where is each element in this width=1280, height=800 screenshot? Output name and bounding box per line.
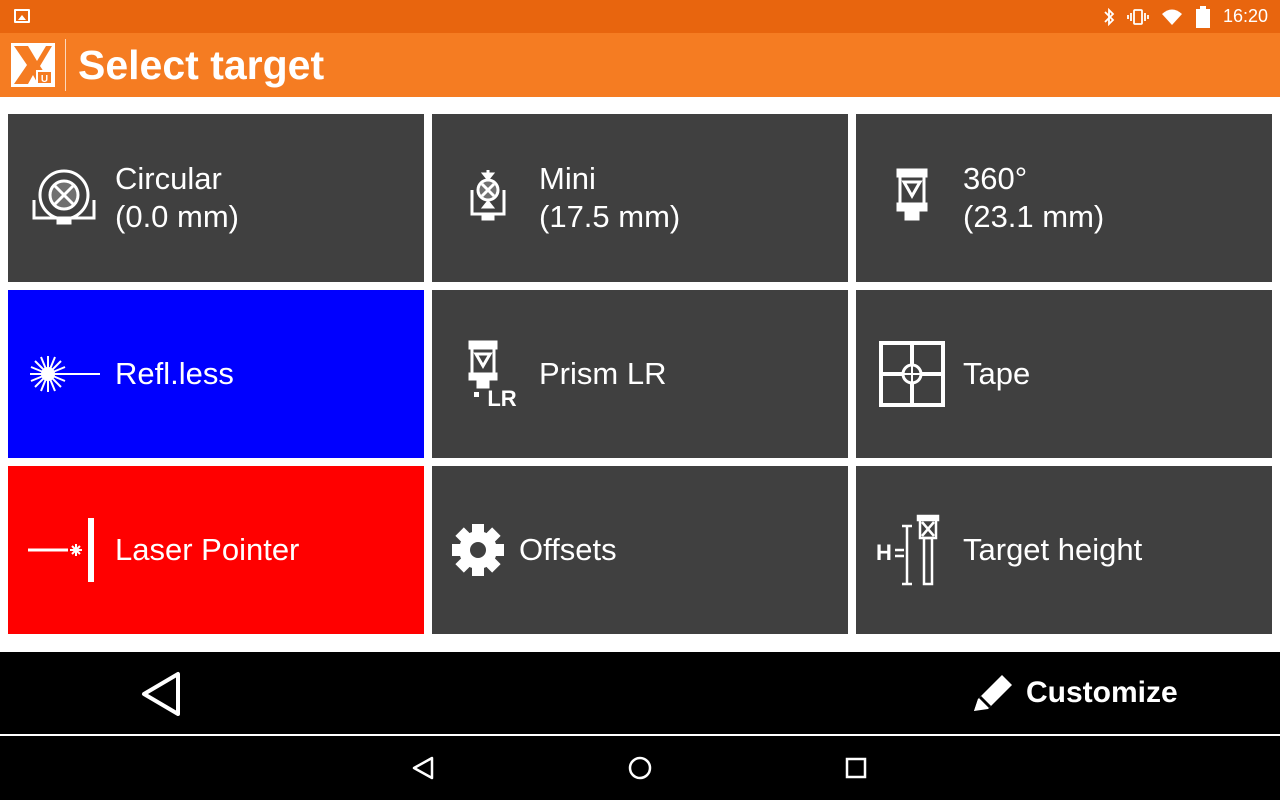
customize-label: Customize xyxy=(1026,676,1178,709)
tile-label: 360° (23.1 mm) xyxy=(963,160,1104,236)
status-icons: 16:20 xyxy=(1103,0,1268,33)
nav-recents-icon[interactable] xyxy=(842,754,870,782)
tile-label-offset: (23.1 mm) xyxy=(963,199,1105,234)
gear-icon xyxy=(440,512,516,588)
tile-label-name: Offsets xyxy=(519,532,617,567)
target-tile-tape[interactable]: Tape xyxy=(856,290,1272,458)
app-bar-divider xyxy=(65,39,66,91)
target-tile-offsets[interactable]: Offsets xyxy=(432,466,848,634)
tile-label: Circular (0.0 mm) xyxy=(115,160,239,236)
reflectorless-icon xyxy=(26,336,102,412)
tile-label: Target height xyxy=(963,531,1142,569)
tile-label-name: Prism LR xyxy=(539,356,667,391)
page-title: Select target xyxy=(78,42,325,88)
target-tile-prism-lr[interactable]: LR Prism LR xyxy=(432,290,848,458)
nav-back-icon[interactable] xyxy=(410,754,438,782)
status-time: 16:20 xyxy=(1222,6,1268,26)
svg-text:U: U xyxy=(41,74,48,85)
360-prism-icon xyxy=(874,160,950,236)
tile-label-offset: (17.5 mm) xyxy=(539,199,681,234)
laser-pointer-icon xyxy=(26,512,102,588)
status-bar: 16:20 xyxy=(0,0,1280,33)
battery-icon xyxy=(1195,5,1211,28)
tile-label-name: Laser Pointer xyxy=(115,532,300,567)
tile-label-name: Circular xyxy=(115,161,222,196)
tile-label: Tape xyxy=(963,355,1030,393)
customize-button[interactable]: Customize xyxy=(970,668,1178,718)
bluetooth-icon xyxy=(1103,7,1115,26)
tile-label: Mini (17.5 mm) xyxy=(539,160,680,236)
tile-label-name: 360° xyxy=(963,161,1028,196)
target-tile-laser-pointer[interactable]: Laser Pointer xyxy=(8,466,424,634)
target-tile-mini[interactable]: Mini (17.5 mm) xyxy=(432,114,848,282)
gallery-icon xyxy=(14,9,30,23)
target-height-icon: H xyxy=(874,512,950,588)
mini-prism-icon xyxy=(450,160,526,236)
back-triangle-icon[interactable] xyxy=(138,670,186,718)
tile-label-offset: (0.0 mm) xyxy=(115,199,239,234)
tile-label-name: Mini xyxy=(539,161,596,196)
wifi-icon xyxy=(1161,8,1183,26)
svg-text:H: H xyxy=(876,540,892,565)
app-bar: U Select target xyxy=(0,33,1280,97)
target-tile-reflectorless[interactable]: Refl.less xyxy=(8,290,424,458)
circular-prism-icon xyxy=(26,160,102,236)
svg-text:LR: LR xyxy=(487,386,516,411)
tile-label-name: Refl.less xyxy=(115,356,234,391)
tile-label-name: Tape xyxy=(963,356,1031,391)
nav-home-icon[interactable] xyxy=(626,754,654,782)
tape-target-icon xyxy=(874,336,950,412)
target-grid: Circular (0.0 mm) Mini (17.5 mm) 360° (2… xyxy=(8,114,1272,634)
bottom-action-bar: Customize xyxy=(0,652,1280,734)
prism-lr-icon: LR xyxy=(450,336,526,412)
tile-label: Refl.less xyxy=(115,355,234,393)
target-tile-360[interactable]: 360° (23.1 mm) xyxy=(856,114,1272,282)
app-logo-icon[interactable]: U xyxy=(11,43,55,87)
tile-label-name: Target height xyxy=(963,532,1143,567)
target-tile-circular[interactable]: Circular (0.0 mm) xyxy=(8,114,424,282)
tile-label: Prism LR xyxy=(539,355,666,393)
system-nav-bar xyxy=(0,736,1280,800)
tile-label: Offsets xyxy=(519,531,617,569)
target-tile-target-height[interactable]: H Target height xyxy=(856,466,1272,634)
tile-label: Laser Pointer xyxy=(115,531,299,569)
vibrate-icon xyxy=(1127,8,1149,26)
pencil-icon xyxy=(970,667,1018,719)
